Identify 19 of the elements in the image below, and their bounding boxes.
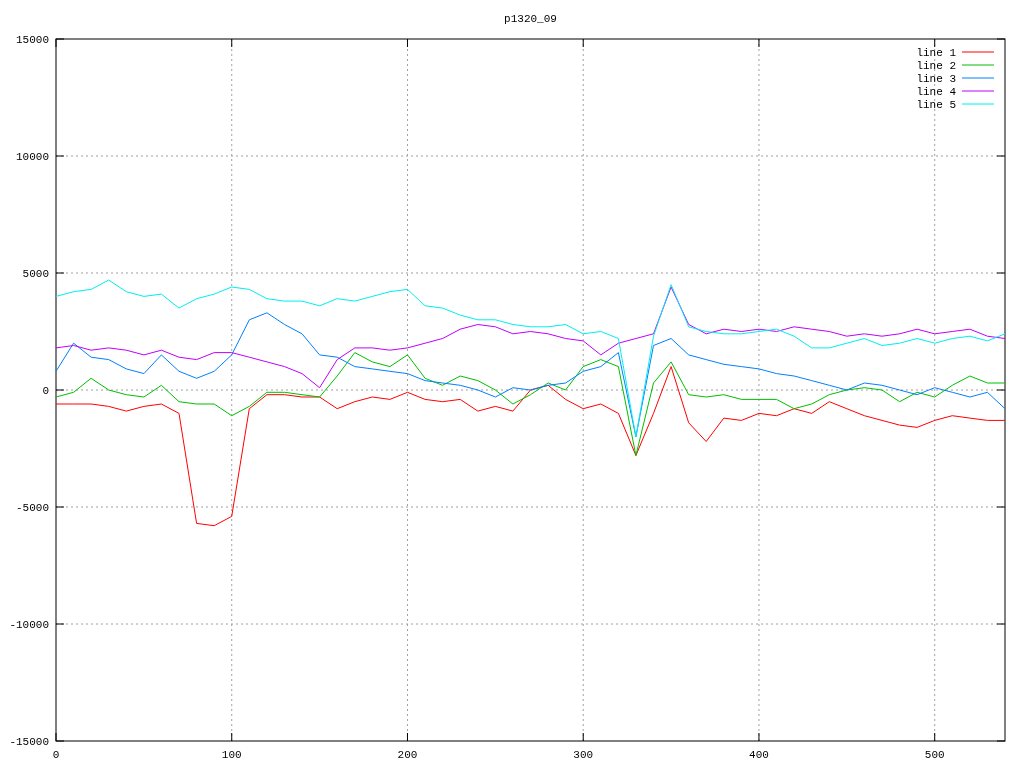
x-tick-label: 0 <box>52 749 60 761</box>
legend-label: line 5 <box>916 99 956 111</box>
y-tick-label: -10000 <box>9 619 49 631</box>
y-tick-label: 5000 <box>22 268 49 280</box>
legend-label: line 2 <box>916 60 956 72</box>
x-tick-label: 500 <box>924 749 945 761</box>
x-tick-label: 200 <box>397 749 418 761</box>
y-tick-label: -5000 <box>16 502 49 514</box>
y-tick-label: -15000 <box>9 736 49 748</box>
legend-label: line 3 <box>916 73 956 85</box>
y-tick-label: 15000 <box>16 34 49 46</box>
x-tick-label: 300 <box>573 749 594 761</box>
chart-title: p1320_09 <box>504 13 557 25</box>
x-tick-label: 100 <box>221 749 242 761</box>
y-tick-label: 0 <box>42 385 49 397</box>
y-tick-label: 10000 <box>16 151 49 163</box>
legend-label: line 1 <box>916 47 956 59</box>
legend-label: line 4 <box>916 86 956 98</box>
x-tick-label: 400 <box>749 749 769 761</box>
